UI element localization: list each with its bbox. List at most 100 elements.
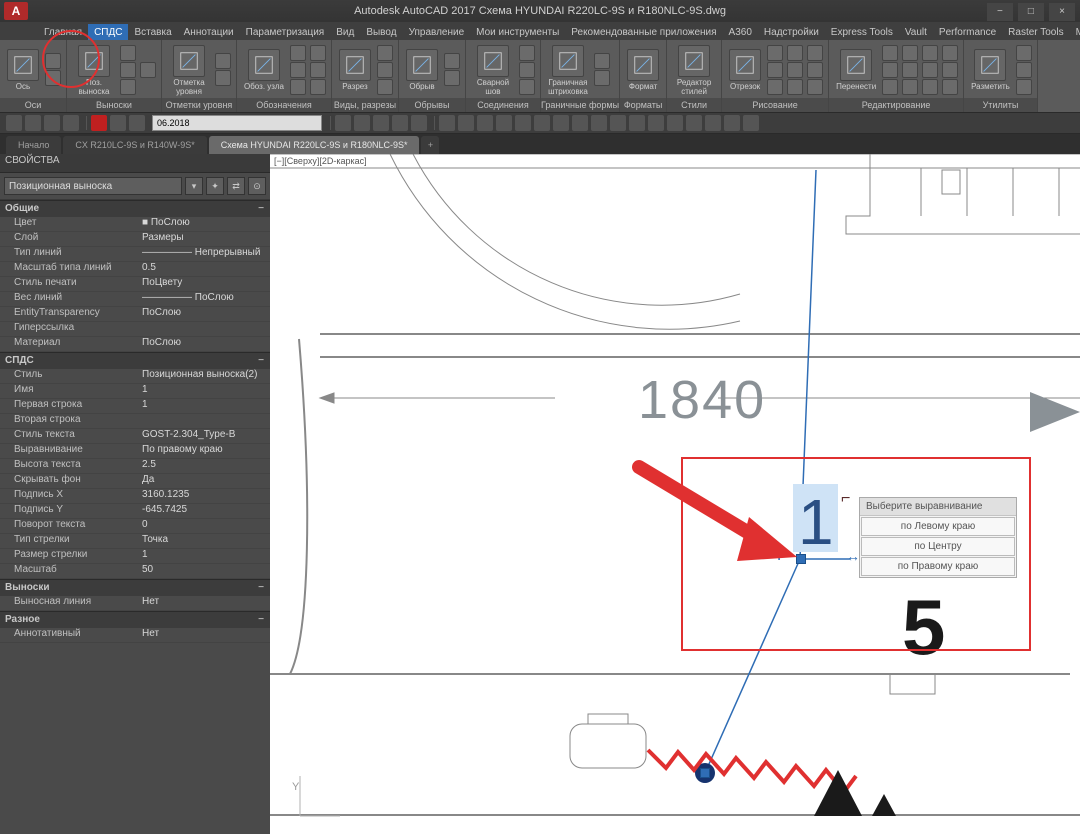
property-row[interactable]: Первая строка1: [0, 399, 270, 414]
drawing-area[interactable]: [−][Сверху][2D-каркас] 1840: [270, 154, 1080, 834]
qat-button[interactable]: [705, 115, 721, 131]
qat-button[interactable]: [25, 115, 41, 131]
move-button[interactable]: Перенести: [833, 48, 879, 92]
property-value[interactable]: Нет: [142, 628, 270, 642]
qat-button[interactable]: [610, 115, 626, 131]
ribbon-small-button[interactable]: [901, 79, 919, 95]
qat-button[interactable]: [439, 115, 455, 131]
property-row[interactable]: Масштаб типа линий0.5: [0, 262, 270, 277]
property-value[interactable]: Позиционная выноска(2): [142, 369, 270, 383]
ribbon-small-button[interactable]: [881, 79, 899, 95]
qat-button[interactable]: [392, 115, 408, 131]
property-value[interactable]: -645.7425: [142, 504, 270, 518]
ribbon-small-button[interactable]: [309, 79, 327, 95]
ribbon-small-button[interactable]: [766, 45, 784, 61]
property-value[interactable]: [142, 414, 270, 428]
section-button[interactable]: Разрез: [336, 48, 374, 92]
ribbon-small-button[interactable]: [376, 45, 394, 61]
dropdown-icon[interactable]: ▾: [185, 177, 203, 195]
grip-handle[interactable]: [700, 768, 710, 778]
ribbon-small-button[interactable]: [921, 45, 939, 61]
property-row[interactable]: Поворот текста0: [0, 519, 270, 534]
property-row[interactable]: СтильПозиционная выноска(2): [0, 369, 270, 384]
property-row[interactable]: Имя1: [0, 384, 270, 399]
ribbon-small-button[interactable]: [593, 53, 611, 69]
ribbon-small-button[interactable]: [921, 79, 939, 95]
ribbon-small-button[interactable]: [941, 45, 959, 61]
ribbon-small-button[interactable]: [766, 62, 784, 78]
qat-button[interactable]: [63, 115, 79, 131]
menu-item[interactable]: Вывод: [360, 24, 402, 40]
hatch-button[interactable]: Граничная штриховка: [545, 44, 591, 97]
property-value[interactable]: 0: [142, 519, 270, 533]
ribbon-small-button[interactable]: [289, 79, 307, 95]
property-row[interactable]: СлойРазмеры: [0, 232, 270, 247]
document-tab[interactable]: Начало: [6, 136, 61, 154]
property-value[interactable]: Точка: [142, 534, 270, 548]
menu-item[interactable]: Вид: [330, 24, 360, 40]
property-value[interactable]: Нет: [142, 596, 270, 610]
ribbon-small-button[interactable]: [806, 62, 824, 78]
ribbon-small-button[interactable]: [766, 79, 784, 95]
styles-button[interactable]: Редактор стилей: [671, 44, 717, 97]
ribbon-small-button[interactable]: [443, 70, 461, 86]
weld-button[interactable]: Сварной шов: [470, 44, 516, 97]
menu-item[interactable]: Вставка: [128, 24, 177, 40]
qat-button[interactable]: [572, 115, 588, 131]
ribbon-small-button[interactable]: [289, 45, 307, 61]
qat-button[interactable]: [648, 115, 664, 131]
qat-button[interactable]: [667, 115, 683, 131]
property-value[interactable]: По правому краю: [142, 444, 270, 458]
qat-button[interactable]: [411, 115, 427, 131]
ribbon-small-button[interactable]: [309, 45, 327, 61]
close-button[interactable]: ×: [1049, 3, 1075, 21]
ribbon-small-button[interactable]: [214, 70, 232, 86]
property-value[interactable]: 3160.1235: [142, 489, 270, 503]
qat-button[interactable]: [724, 115, 740, 131]
property-row[interactable]: Стиль текстаGOST-2.304_Type-B: [0, 429, 270, 444]
qat-button[interactable]: [458, 115, 474, 131]
qat-button[interactable]: [91, 115, 107, 131]
align-right-item[interactable]: по Правому краю: [861, 557, 1015, 576]
property-row[interactable]: Цвет■ ПоСлою: [0, 217, 270, 232]
property-row[interactable]: Вес линий————— ПоСлою: [0, 292, 270, 307]
property-row[interactable]: Вторая строка: [0, 414, 270, 429]
ribbon-small-button[interactable]: [786, 79, 804, 95]
ribbon-small-button[interactable]: [941, 62, 959, 78]
property-row[interactable]: Подпись X3160.1235: [0, 489, 270, 504]
menu-item[interactable]: Параметризация: [240, 24, 331, 40]
ribbon-small-button[interactable]: [593, 70, 611, 86]
property-group[interactable]: СПДС: [0, 352, 270, 369]
menu-item[interactable]: Управление: [403, 24, 471, 40]
ribbon-small-button[interactable]: [806, 45, 824, 61]
qat-button[interactable]: [373, 115, 389, 131]
qat-button[interactable]: [6, 115, 22, 131]
ribbon-small-button[interactable]: [901, 45, 919, 61]
ribbon-small-button[interactable]: [1015, 45, 1033, 61]
document-tab[interactable]: Схема HYUNDAI R220LC-9S и R180NLC-9S*: [209, 136, 420, 154]
qat-button[interactable]: [515, 115, 531, 131]
property-value[interactable]: Да: [142, 474, 270, 488]
menu-item[interactable]: Raster Tools: [1002, 24, 1069, 40]
qat-button[interactable]: [534, 115, 550, 131]
property-value[interactable]: ■ ПоСлою: [142, 217, 270, 231]
node-button[interactable]: Обоз. узла: [241, 48, 287, 92]
property-row[interactable]: Подпись Y-645.7425: [0, 504, 270, 519]
property-group[interactable]: Выноски: [0, 579, 270, 596]
pick-icon[interactable]: ⊙: [248, 177, 266, 195]
layer-field[interactable]: [152, 115, 322, 131]
qat-button[interactable]: [629, 115, 645, 131]
align-left-item[interactable]: по Левому краю: [861, 517, 1015, 536]
ribbon-small-button[interactable]: [119, 79, 137, 95]
property-value[interactable]: 1: [142, 399, 270, 413]
property-group[interactable]: Общие: [0, 200, 270, 217]
ribbon-small-button[interactable]: [1015, 79, 1033, 95]
menu-item[interactable]: СПДС: [88, 24, 128, 40]
qat-button[interactable]: [354, 115, 370, 131]
ribbon-small-button[interactable]: [289, 62, 307, 78]
ribbon-small-button[interactable]: [881, 62, 899, 78]
property-value[interactable]: 50: [142, 564, 270, 578]
qat-button[interactable]: [553, 115, 569, 131]
property-row[interactable]: АннотативныйНет: [0, 628, 270, 643]
property-value[interactable]: 2.5: [142, 459, 270, 473]
